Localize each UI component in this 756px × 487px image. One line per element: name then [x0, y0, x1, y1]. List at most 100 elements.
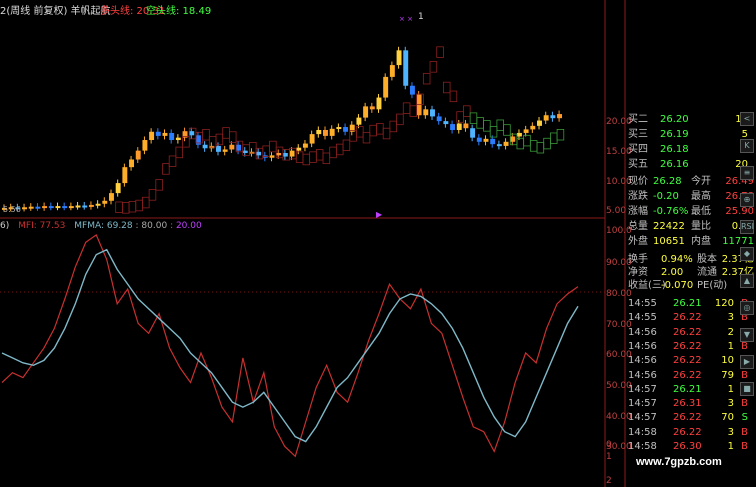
mfi-80-value: : 80.00: [135, 221, 168, 231]
toolbar-button[interactable]: ▶: [740, 355, 754, 369]
tick-side: B: [741, 426, 748, 438]
price-tick: 5.00: [606, 206, 627, 216]
order-book-row[interactable]: 买五 26.16 20: [625, 157, 756, 172]
ladder-step: [275, 146, 284, 159]
candle-body: [336, 127, 342, 130]
ladder-step: [269, 140, 277, 153]
ladder-step: [315, 149, 324, 161]
toolbar-button[interactable]: ▲: [740, 274, 754, 288]
ladder-step: [295, 151, 304, 163]
ladder-step: [476, 117, 484, 129]
ladder-step: [262, 145, 270, 157]
ladder-step: [228, 131, 237, 143]
date-marker-icon: ▶: [376, 210, 383, 219]
tick-price: 26.21: [673, 298, 702, 309]
toolbar-button[interactable]: RSI: [740, 220, 754, 234]
tick-time: 14:57: [628, 412, 657, 424]
candle-body: [456, 123, 462, 130]
tick-row: 14:5526.21120B: [625, 297, 756, 310]
ladder-step: [456, 111, 464, 123]
candle-body: [42, 206, 48, 209]
fund-row: 收益(三) -0.070 PE(动): [625, 278, 756, 293]
toolbar-button[interactable]: ≡: [740, 166, 754, 180]
peak-marker: 1: [418, 12, 424, 22]
ladder-step: [329, 146, 337, 159]
quote-label-2: 最低: [691, 206, 711, 217]
candle-body: [396, 50, 402, 66]
toolbar-button[interactable]: ⊕: [740, 193, 754, 207]
candle-body: [329, 128, 335, 136]
candle-body: [135, 150, 141, 160]
quote-row: 涨跌-0.20最高26.78: [625, 189, 756, 204]
tick-price: 26.22: [673, 326, 702, 338]
toolbar-button[interactable]: <: [740, 112, 754, 126]
candle-body: [189, 131, 195, 136]
bear-line-ladder: [115, 46, 565, 214]
ladder-step: [442, 81, 451, 94]
tick-row: 14:55 26.22 3 B: [625, 311, 756, 324]
ladder-step: [496, 119, 504, 131]
candle-body: [309, 134, 315, 144]
tick-price: 26.22: [673, 426, 702, 438]
mfi-20-value: : 20.00: [170, 221, 202, 231]
tick-time: 14:57: [628, 398, 657, 410]
tick-time: 14:56: [628, 355, 657, 367]
candle-body: [343, 127, 349, 132]
candle-body: [68, 206, 74, 209]
tick-time: 14:57: [628, 383, 657, 395]
ladder-step: [436, 46, 444, 58]
bid-price: 26.19: [660, 129, 689, 140]
ladder-step: [429, 61, 438, 73]
candle-body: [149, 131, 155, 141]
bid-label: 买五: [628, 159, 648, 170]
candle-body: [35, 206, 41, 209]
tick-row: 14:5626.2210B: [625, 354, 756, 367]
candle-body: [155, 131, 161, 136]
ladder-step: [148, 189, 157, 201]
bid-label: 买二: [628, 114, 648, 125]
tick-price: 26.22: [673, 312, 702, 324]
order-book-row[interactable]: 买四26.181: [625, 142, 756, 157]
tick-volume: 1: [727, 441, 734, 452]
candle-body: [557, 114, 563, 119]
order-book-row[interactable]: 买三 26.19 5: [625, 127, 756, 142]
candle-body: [430, 109, 435, 117]
toolbar-button[interactable]: ■: [740, 382, 754, 396]
ladder-step: [242, 144, 250, 156]
ladder-step: [162, 163, 170, 175]
candle-body: [356, 117, 362, 125]
ladder-step: [536, 141, 545, 154]
ladder-step: [215, 133, 224, 146]
quote-label-2: 量比: [691, 221, 711, 232]
candlestick-series: [2, 46, 563, 212]
tick-row: 14:5726.211S: [625, 383, 756, 396]
peak-flag-icon: × ×: [399, 15, 413, 23]
ladder-step: [503, 124, 511, 136]
ladder-step: [382, 127, 391, 140]
tick-side: S: [741, 412, 748, 424]
candle-body: [216, 145, 221, 152]
ladder-step: [356, 126, 364, 138]
mfi-tick: 2: [606, 476, 612, 486]
candle-body: [129, 159, 135, 168]
quote-row: 外盘 10651 内盘 11771: [625, 234, 756, 249]
bid-label: 买四: [628, 144, 648, 155]
candle-body: [463, 123, 469, 129]
tick-volume: 79: [721, 369, 734, 381]
toolbar-button[interactable]: K: [740, 139, 754, 153]
order-book-row[interactable]: 买二26.2019: [625, 112, 756, 127]
quote-value: -0.20: [653, 191, 679, 202]
ladder-step: [309, 151, 317, 163]
candle-body: [409, 85, 415, 95]
ladder-step: [523, 134, 531, 147]
mfi-tick: 1: [606, 452, 612, 462]
watermark: www.7gpzb.com: [636, 456, 722, 468]
toolbar-button[interactable]: ◆: [740, 247, 754, 261]
candle-body: [510, 136, 516, 142]
toolbar-button[interactable]: ◎: [740, 301, 754, 315]
date-label: 5.56: [3, 205, 21, 214]
tick-time: 14:56: [628, 326, 657, 338]
candle-body: [376, 97, 382, 110]
candle-body: [523, 129, 529, 133]
toolbar-button[interactable]: ▼: [740, 328, 754, 342]
